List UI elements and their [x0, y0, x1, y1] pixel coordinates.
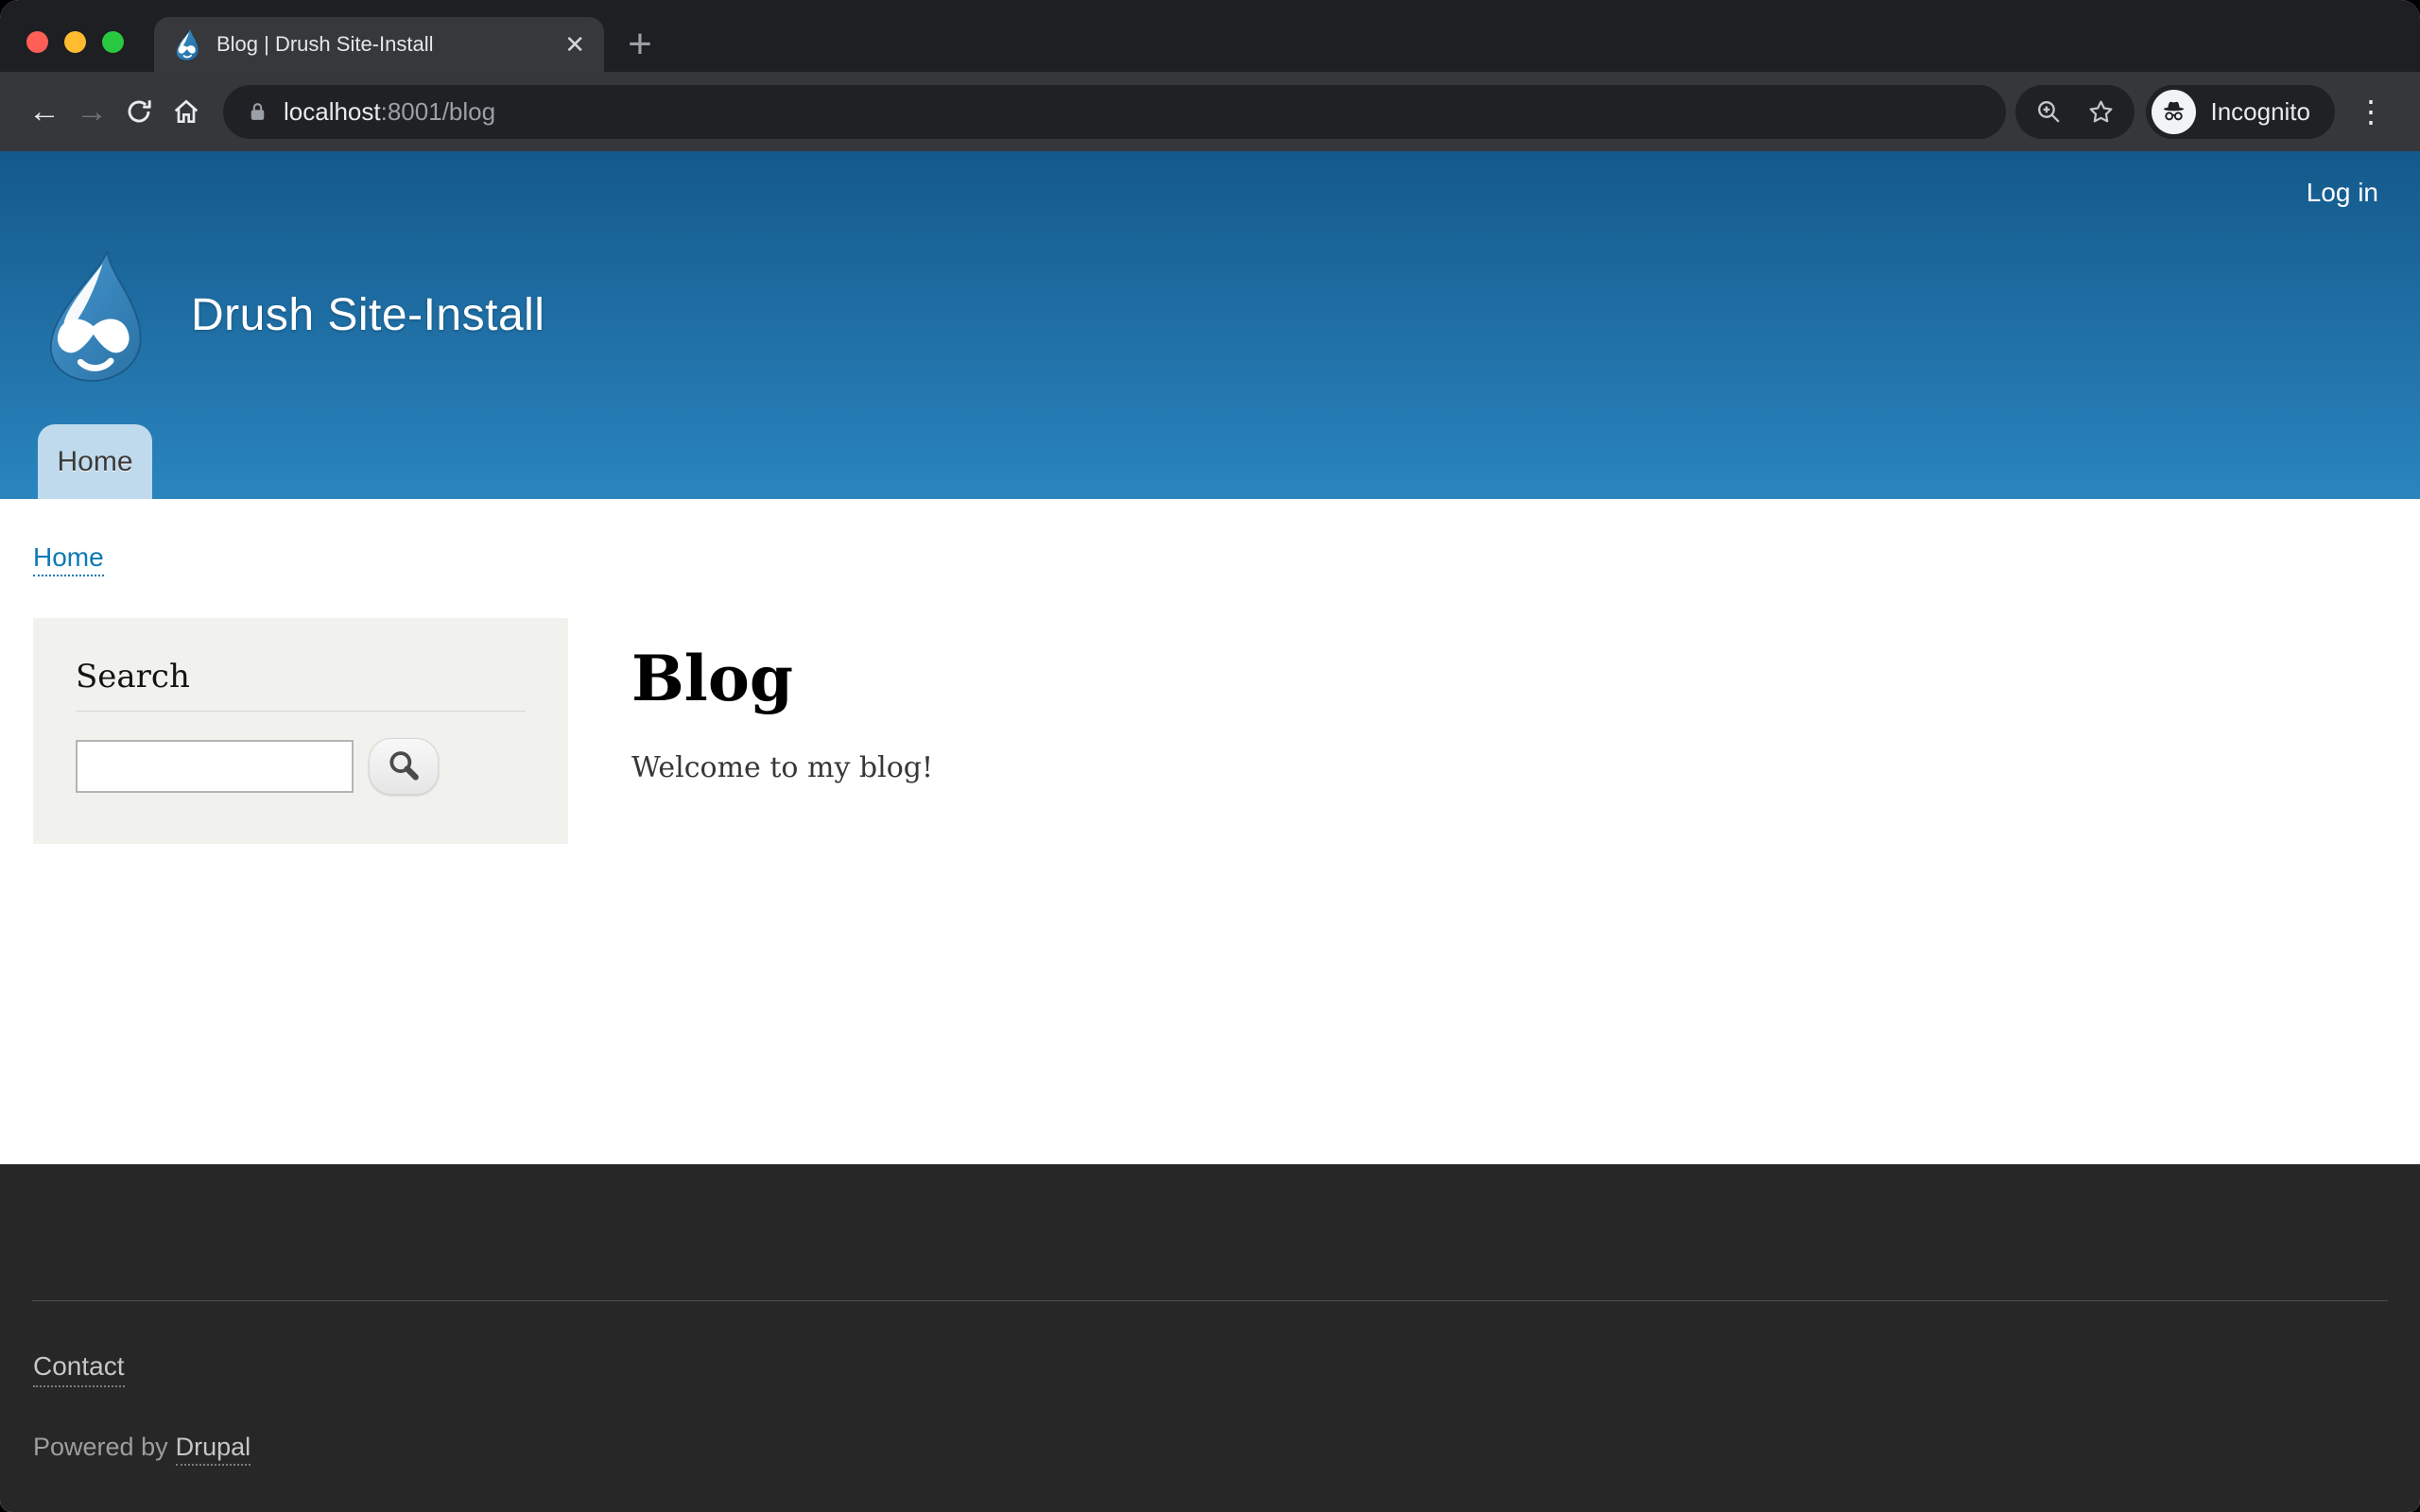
- powered-by-text: Powered by: [33, 1433, 168, 1461]
- site-header: Log in Drush Site-Install Home: [0, 151, 2420, 499]
- new-tab-button[interactable]: +: [616, 21, 664, 68]
- incognito-avatar: [2152, 90, 2196, 134]
- back-button[interactable]: ←: [21, 88, 68, 135]
- page-tools-chip: [2015, 85, 2135, 139]
- home-button[interactable]: [163, 88, 210, 135]
- reload-button[interactable]: [115, 88, 163, 135]
- reload-icon: [124, 96, 154, 127]
- footer-contact-link[interactable]: Contact: [33, 1351, 125, 1387]
- browser-window: Blog | Drush Site-Install ✕ + ← → localh…: [0, 0, 2420, 1512]
- traffic-lights: [26, 31, 124, 53]
- site-name[interactable]: Drush Site-Install: [191, 289, 544, 341]
- incognito-label: Incognito: [2210, 97, 2310, 127]
- webpage-viewport: Log in Drush Site-Install Home Home Sear…: [0, 151, 2420, 1512]
- site-branding: Drush Site-Install: [36, 248, 544, 382]
- fullscreen-window-button[interactable]: [102, 31, 124, 53]
- search-block: Search: [33, 618, 568, 844]
- tab-close-icon[interactable]: ✕: [564, 32, 585, 57]
- more-menu-icon[interactable]: ⋮: [2342, 94, 2399, 129]
- tab-strip: Blog | Drush Site-Install ✕ +: [0, 0, 2420, 72]
- breadcrumb-home-link[interactable]: Home: [33, 542, 104, 576]
- url-path: :8001/blog: [381, 97, 495, 126]
- address-bar[interactable]: localhost:8001/blog: [223, 85, 2006, 139]
- site-footer: Contact Powered byDrupal: [0, 1164, 2420, 1512]
- url-host: localhost: [284, 97, 381, 126]
- drupal-favicon-icon: [173, 28, 201, 60]
- forward-button[interactable]: →: [68, 88, 115, 135]
- close-window-button[interactable]: [26, 31, 48, 53]
- login-link[interactable]: Log in: [2307, 178, 2378, 208]
- minimize-window-button[interactable]: [64, 31, 86, 53]
- search-block-title: Search: [76, 658, 526, 696]
- drupal-link[interactable]: Drupal: [176, 1433, 251, 1466]
- incognito-badge: Incognito: [2146, 85, 2335, 139]
- home-icon: [171, 96, 201, 127]
- page-title: Blog: [631, 644, 933, 713]
- star-icon[interactable]: [2086, 97, 2116, 127]
- powered-by: Powered byDrupal: [33, 1433, 251, 1462]
- incognito-icon: [2159, 97, 2188, 127]
- search-input[interactable]: [76, 740, 354, 793]
- magnifier-icon: [386, 748, 422, 784]
- block-divider: [76, 711, 526, 712]
- content-area: Search Blog Welcome to my blog!: [0, 618, 2420, 844]
- zoom-in-icon[interactable]: [2034, 97, 2064, 127]
- footer-divider: [32, 1300, 2388, 1301]
- main-content: Blog Welcome to my blog!: [631, 618, 933, 784]
- browser-tab[interactable]: Blog | Drush Site-Install ✕: [154, 17, 604, 72]
- search-submit-button[interactable]: [369, 738, 439, 795]
- tab-title: Blog | Drush Site-Install: [216, 32, 549, 57]
- main-menu-tab-home[interactable]: Home: [38, 424, 152, 499]
- lock-icon[interactable]: [246, 100, 269, 124]
- drupal-logo[interactable]: [36, 248, 153, 382]
- article-body: Welcome to my blog!: [631, 751, 933, 784]
- url-text: localhost:8001/blog: [284, 97, 495, 127]
- browser-toolbar: ← → localhost:8001/blog: [0, 72, 2420, 151]
- breadcrumb: Home: [33, 542, 2420, 573]
- search-form: [76, 738, 526, 795]
